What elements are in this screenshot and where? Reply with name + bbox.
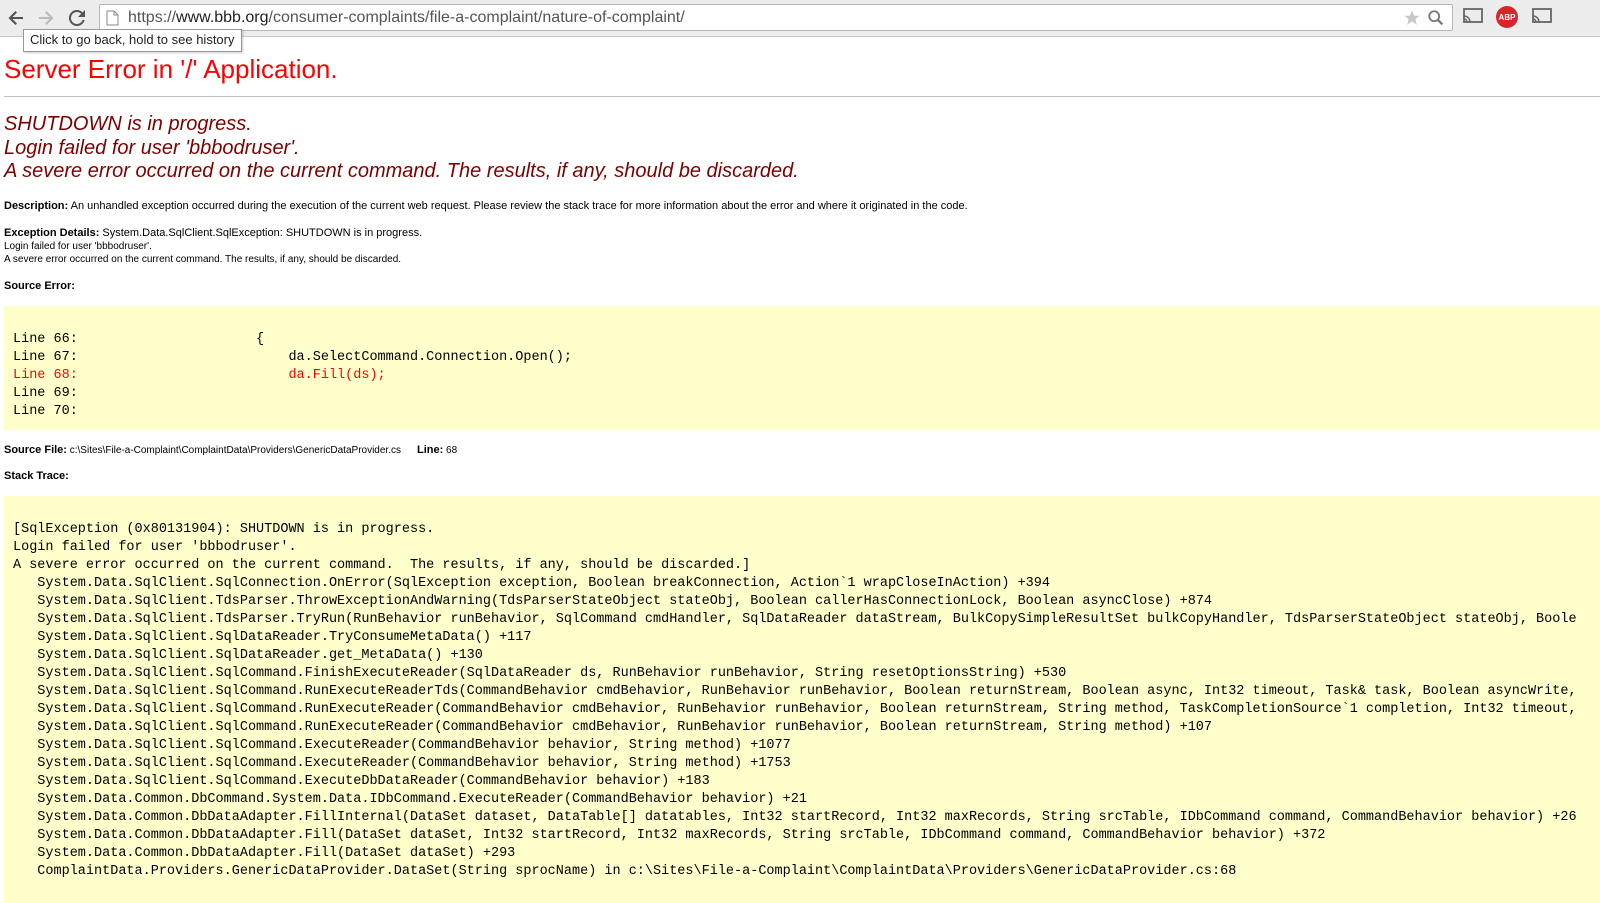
exception-label: Exception Details: (4, 227, 100, 239)
cast-icon[interactable] (1462, 6, 1484, 31)
title-divider (4, 96, 1600, 97)
back-button[interactable] (3, 5, 29, 31)
source-error-heading: Source Error: (4, 280, 75, 292)
stack-line: System.Data.SqlClient.SqlConnection.OnEr… (13, 576, 1050, 591)
search-icon[interactable] (1427, 9, 1445, 32)
source-line: Line 70: (13, 404, 78, 419)
source-file-label: Source File: (4, 444, 67, 456)
page-title: Server Error in '/' Application. (4, 54, 338, 84)
source-line: Line 69: (13, 386, 78, 401)
stack-line: System.Data.Common.DbCommand.System.Data… (13, 792, 807, 807)
stack-line: Login failed for user 'bbbodruser'. (13, 540, 297, 555)
description-label: Description: (4, 200, 69, 212)
stack-line: System.Data.SqlClient.TdsParser.ThrowExc… (13, 594, 1212, 609)
cast-screen-icon[interactable] (1530, 6, 1554, 31)
address-bar[interactable]: https://www.bbb.org/consumer-complaints/… (99, 4, 1453, 31)
stack-line: A severe error occurred on the current c… (13, 558, 751, 573)
source-error-label: Source Error: (4, 280, 75, 292)
stack-trace-heading: Stack Trace: (4, 470, 69, 482)
reload-button[interactable] (64, 5, 90, 31)
stack-line: System.Data.Common.DbDataAdapter.FillInt… (13, 810, 1577, 825)
adblock-plus-icon[interactable]: ABP (1496, 6, 1518, 28)
line-value: 68 (443, 445, 458, 456)
error-message-1: SHUTDOWN is in progress. (4, 113, 252, 135)
error-message-3: A severe error occurred on the current c… (4, 160, 799, 182)
back-button-tooltip: Click to go back, hold to see history (23, 29, 242, 52)
stack-line: System.Data.SqlClient.SqlDataReader.TryC… (13, 630, 532, 645)
back-arrow-icon (8, 11, 23, 25)
stack-trace-box: [SqlException (0x80131904): SHUTDOWN is … (4, 496, 1600, 903)
forward-button[interactable] (33, 5, 59, 31)
stack-line: System.Data.Common.DbDataAdapter.Fill(Da… (13, 846, 516, 861)
exception-text: System.Data.SqlClient.SqlException: SHUT… (99, 227, 423, 239)
source-line-error: Line 68: da.Fill(ds); (13, 368, 386, 383)
source-file-line: Source File: c:\Sites\File-a-Complaint\C… (4, 444, 457, 456)
stack-line: System.Data.SqlClient.TdsParser.TryRun(R… (13, 612, 1577, 627)
stack-line: System.Data.SqlClient.SqlCommand.RunExec… (13, 720, 1212, 735)
exception-details-line: Exception Details: System.Data.SqlClient… (4, 227, 422, 239)
error-message-2: Login failed for user 'bbbodruser'. (4, 137, 300, 159)
url-path: /consumer-complaints/file-a-complaint/na… (268, 9, 685, 26)
source-file-path: c:\Sites\File-a-Complaint\ComplaintData\… (66, 445, 401, 456)
source-line: Line 67: da.SelectCommand.Connection.Ope… (13, 350, 572, 365)
stack-line: System.Data.SqlClient.SqlCommand.RunExec… (13, 684, 1577, 699)
stack-line: System.Data.SqlClient.SqlCommand.Execute… (13, 774, 710, 789)
url-host: www.bbb.org (176, 9, 269, 26)
description-text: An unhandled exception occurred during t… (68, 200, 968, 212)
stack-line: [SqlException (0x80131904): SHUTDOWN is … (13, 522, 435, 537)
stack-line: System.Data.SqlClient.SqlCommand.Execute… (13, 756, 791, 771)
source-line: Line 66: { (13, 332, 265, 347)
stack-line: ComplaintData.Providers.GenericDataProvi… (13, 864, 1237, 879)
stack-line: System.Data.SqlClient.SqlCommand.Execute… (13, 738, 791, 753)
line-label: Line: (416, 444, 444, 456)
source-error-box: Line 66: { Line 67: da.SelectCommand.Con… (4, 306, 1600, 430)
bookmark-star-icon[interactable] (1403, 9, 1421, 32)
stack-trace-label: Stack Trace: (4, 470, 69, 482)
stack-line: System.Data.SqlClient.SqlDataReader.get_… (13, 648, 483, 663)
stack-line: System.Data.SqlClient.SqlCommand.FinishE… (13, 666, 1067, 681)
exception-line-3: A severe error occurred on the current c… (4, 254, 402, 265)
url-prefix: https:// (128, 9, 177, 26)
description-line: Description: An unhandled exception occu… (4, 200, 968, 212)
stack-line: System.Data.SqlClient.SqlCommand.RunExec… (13, 702, 1577, 717)
stack-line: System.Data.Common.DbDataAdapter.Fill(Da… (13, 828, 1326, 843)
page-icon (106, 10, 119, 31)
exception-line-2: Login failed for user 'bbbodruser'. (4, 241, 152, 252)
reload-icon (68, 9, 85, 26)
url-text[interactable]: https://www.bbb.org/consumer-complaints/… (128, 9, 685, 27)
forward-arrow-icon (39, 11, 54, 25)
